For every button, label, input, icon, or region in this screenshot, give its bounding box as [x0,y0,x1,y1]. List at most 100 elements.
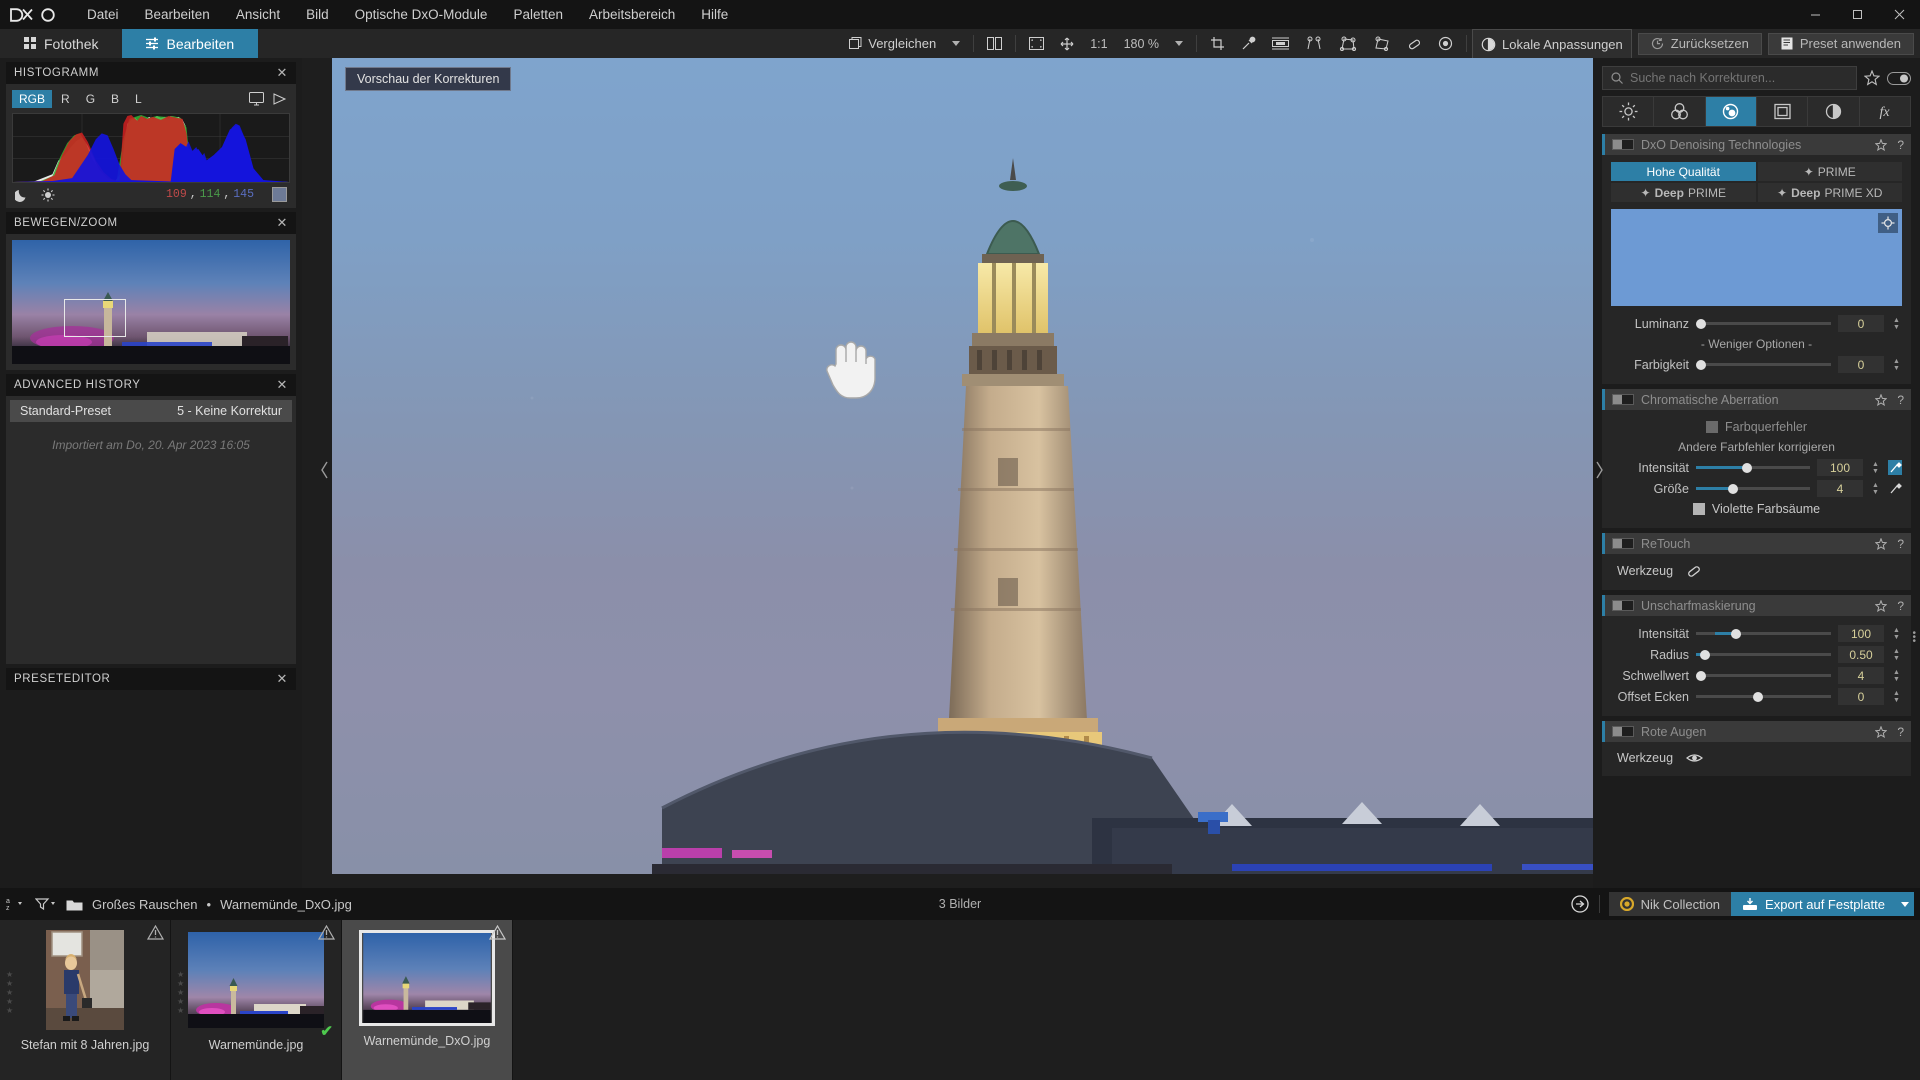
split-view-button[interactable] [979,29,1010,58]
tab-color[interactable] [1654,97,1706,126]
mode-deepprime-xd[interactable]: ✦ Deep PRIME XD [1757,183,1902,202]
folder-name[interactable]: Großes Rauschen [92,897,198,912]
help-icon[interactable]: ? [1897,138,1904,152]
spinner-icon[interactable]: ▲ ▼ [1891,358,1902,372]
slider-um-intensitaet[interactable]: Intensität 100 ▲ ▼ [1611,623,1902,644]
section-denoising-header[interactable]: DxO Denoising Technologies ? [1602,134,1911,155]
soft-proof-icon[interactable] [273,92,287,106]
collapse-right-panel-handle[interactable] [1594,460,1604,480]
export-dropdown-button[interactable] [1896,892,1914,916]
histogram-panel-header[interactable]: HISTOGRAMM ✕ [6,62,296,84]
eraser-icon[interactable] [1686,563,1702,579]
auto-magic-icon[interactable] [1888,481,1902,496]
image-viewer[interactable]: Vorschau der Korrekturen [332,58,1593,874]
zoom-dropdown[interactable] [1167,29,1191,58]
local-adjustments-button[interactable]: Lokale Anpassungen [1472,29,1632,58]
spinner-icon[interactable]: ▲ ▼ [1891,627,1902,641]
search-box[interactable] [1602,66,1857,90]
checkbox-farbquerfehler[interactable] [1706,421,1718,433]
star-icon[interactable] [1875,725,1888,738]
red-eyes-tool-row[interactable]: Werkzeug [1611,749,1902,767]
histogram-tab-l[interactable]: L [128,90,149,108]
compare-dropdown[interactable] [944,29,968,58]
menu-bild[interactable]: Bild [293,0,342,29]
reset-button[interactable]: Zurücksetzen [1637,32,1762,55]
slider-ca-intensitaet[interactable]: Intensität 100 ▲ ▼ [1611,457,1902,478]
perspective-4points-button[interactable] [1331,29,1365,58]
histogram-tab-b[interactable]: B [104,90,126,108]
mode-prime[interactable]: ✦ PRIME [1757,162,1902,181]
slider-um-offset-ecken[interactable]: Offset Ecken 0 ▲ ▼ [1611,686,1902,707]
slider-ca-intensitaet-value[interactable]: 100 [1817,459,1863,476]
rating-stars[interactable]: ★ ★ ★ ★ ★ [348,970,355,1015]
toggle-red-eyes[interactable] [1612,726,1634,737]
toggle-unsharp[interactable] [1612,600,1634,611]
rating-stars[interactable]: ★ ★ ★ ★ ★ [177,970,184,1015]
navigator-viewport-rect[interactable] [64,299,126,337]
fit-screen-button[interactable] [1021,29,1052,58]
crop-tool-button[interactable] [1202,29,1233,58]
help-icon[interactable]: ? [1897,599,1904,613]
maximize-button[interactable] [1836,0,1878,29]
slider-um-intensitaet-knob[interactable] [1731,628,1742,639]
star-icon[interactable] [1875,599,1888,612]
menu-optische-dxo-module[interactable]: Optische DxO-Module [342,0,501,29]
nik-collection-button[interactable]: Nik Collection [1608,892,1732,916]
slider-um-radius-track[interactable] [1696,649,1831,660]
checkbox-farbquerfehler-row[interactable]: Farbquerfehler [1611,417,1902,437]
menu-hilfe[interactable]: Hilfe [688,0,741,29]
export-arrow-icon[interactable] [1570,894,1590,914]
slider-luminanz-track[interactable] [1696,318,1831,329]
slider-ca-groesse-value[interactable]: 4 [1817,480,1863,497]
zoom-level-display[interactable]: 180 % [1116,29,1167,58]
slider-luminanz[interactable]: Luminanz 0 ▲ ▼ [1611,313,1902,334]
mode-deepprime[interactable]: ✦ Deep PRIME [1611,183,1756,202]
highlights-icon[interactable] [41,188,55,202]
slider-um-offset-track[interactable] [1696,691,1831,702]
zoom-1to1-button[interactable]: 1:1 [1082,29,1115,58]
preseteditor-panel-header[interactable]: PRESETEDITOR ✕ [6,668,296,690]
toggle-all-switch[interactable] [1887,71,1911,85]
auto-magic-icon-active[interactable] [1888,460,1902,475]
filmstrip[interactable]: ★ ★ ★ ★ ★ Stefan mit 8 Jahren.jpg ★ ★ ★ … [0,920,1920,1080]
preview-target-icon[interactable] [1878,213,1898,233]
denoising-preview[interactable] [1611,209,1902,306]
toggle-denoising[interactable] [1612,139,1634,150]
history-row[interactable]: Standard-Preset 5 - Keine Korrektur [10,400,292,422]
menu-paletten[interactable]: Paletten [500,0,576,29]
checkbox-violette-row[interactable]: Violette Farbsäume [1611,499,1902,519]
sort-az-icon[interactable]: az [6,896,26,912]
spinner-icon[interactable]: ▲ ▼ [1870,461,1881,475]
horizon-tool-button[interactable] [1264,29,1297,58]
mode-hohe-qualitaet[interactable]: Hohe Qualität [1611,162,1756,181]
menu-datei[interactable]: Datei [74,0,132,29]
filter-icon[interactable] [35,896,57,912]
navigator-panel-header[interactable]: BEWEGEN/ZOOM ✕ [6,212,296,234]
slider-um-schwellwert-value[interactable]: 4 [1838,667,1884,684]
histogram-tab-r[interactable]: R [54,90,77,108]
compare-button[interactable]: Vergleichen [841,29,944,58]
eyedropper-tool-button[interactable] [1233,29,1264,58]
preview-corrections-badge[interactable]: Vorschau der Korrekturen [345,67,512,91]
navigator-preview[interactable] [12,240,290,364]
slider-luminanz-knob[interactable] [1696,318,1706,329]
menu-ansicht[interactable]: Ansicht [223,0,293,29]
panel-resize-grip[interactable]: • • • [1912,629,1916,647]
close-icon[interactable]: ✕ [277,377,289,393]
close-icon[interactable]: ✕ [277,215,289,231]
star-icon[interactable] [1875,537,1888,550]
slider-farbigkeit-track[interactable] [1696,359,1831,370]
tab-effects[interactable]: fx [1860,97,1910,126]
tab-geometry[interactable] [1757,97,1809,126]
tab-local[interactable] [1808,97,1860,126]
spinner-icon[interactable]: ▲ ▼ [1891,648,1902,662]
eye-icon[interactable] [1686,752,1704,764]
spinner-icon[interactable]: ▲ ▼ [1870,482,1881,496]
favorites-star-icon[interactable] [1864,70,1880,86]
toggle-retouch[interactable] [1612,538,1634,549]
slider-um-intensitaet-value[interactable]: 100 [1838,625,1884,642]
perspective-2points-button[interactable] [1297,29,1331,58]
slider-ca-groesse-track[interactable] [1696,483,1810,494]
close-icon[interactable]: ✕ [277,671,289,687]
slider-um-schwellwert-knob[interactable] [1696,670,1706,681]
